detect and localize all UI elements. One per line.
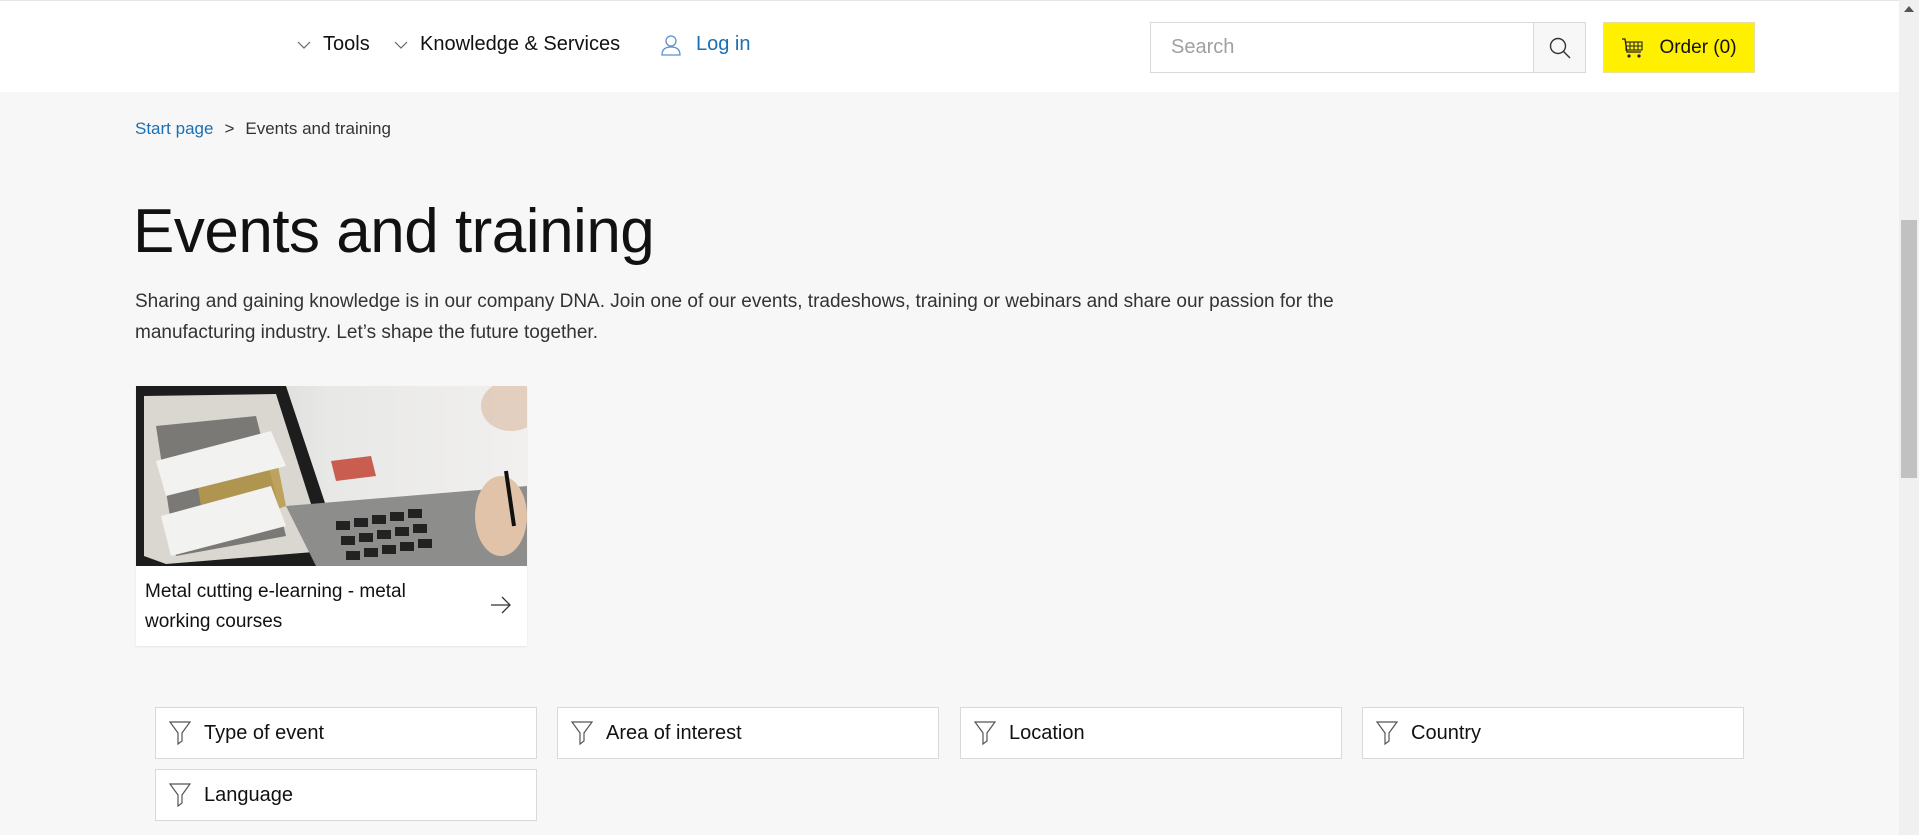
scrollbar-thumb[interactable]: [1901, 220, 1917, 478]
page-title: Events and training: [133, 197, 655, 266]
site-header: Tools Knowledge & Services Log in Order …: [0, 0, 1899, 92]
filter-location[interactable]: Location: [960, 707, 1342, 759]
filter-label: Type of event: [204, 721, 325, 744]
filter-type-of-event[interactable]: Type of event: [155, 707, 537, 759]
funnel-icon: [973, 721, 997, 746]
search-button[interactable]: [1533, 23, 1585, 72]
funnel-icon: [1375, 721, 1399, 746]
nav-knowledge-services[interactable]: Knowledge & Services: [394, 33, 620, 56]
search-input[interactable]: [1151, 23, 1533, 72]
nav-knowledge-services-label: Knowledge & Services: [420, 33, 621, 55]
funnel-icon: [168, 721, 192, 746]
vertical-scrollbar[interactable]: [1899, 0, 1919, 835]
breadcrumb-separator: >: [224, 119, 235, 138]
filter-language[interactable]: Language: [155, 769, 537, 821]
breadcrumb: Start page > Events and training: [135, 119, 391, 139]
arrow-right-icon: [491, 596, 511, 614]
nav-tools-label: Tools: [323, 33, 370, 55]
filter-area-of-interest[interactable]: Area of interest: [557, 707, 939, 759]
course-card[interactable]: Metal cutting e-learning - metal working…: [136, 386, 527, 646]
search-box: [1150, 22, 1586, 73]
breadcrumb-start-page[interactable]: Start page: [135, 119, 213, 139]
filter-label: Country: [1411, 721, 1482, 744]
arrow-up-icon: [1904, 6, 1914, 12]
order-label: Order (0): [1659, 36, 1737, 58]
filter-label: Language: [204, 783, 293, 806]
breadcrumb-current: Events and training: [245, 119, 391, 138]
funnel-icon: [168, 783, 192, 808]
scroll-up-button[interactable]: [1899, 0, 1919, 18]
login-label: Log in: [696, 33, 751, 55]
order-button[interactable]: Order (0): [1603, 22, 1755, 73]
card-image: [136, 386, 527, 566]
filter-label: Area of interest: [606, 721, 742, 744]
filter-label: Location: [1009, 721, 1085, 744]
chevron-down-icon: [297, 41, 311, 49]
cart-icon: [1622, 37, 1644, 58]
filter-country[interactable]: Country: [1362, 707, 1744, 759]
nav-tools[interactable]: Tools: [297, 33, 370, 56]
card-title: Metal cutting e-learning - metal working…: [145, 581, 406, 632]
login-link[interactable]: Log in: [660, 33, 751, 56]
page-intro: Sharing and gaining knowledge is in our …: [135, 291, 1334, 343]
user-icon: [661, 34, 681, 56]
funnel-icon: [570, 721, 594, 746]
search-icon: [1549, 37, 1570, 58]
chevron-down-icon: [394, 41, 408, 49]
